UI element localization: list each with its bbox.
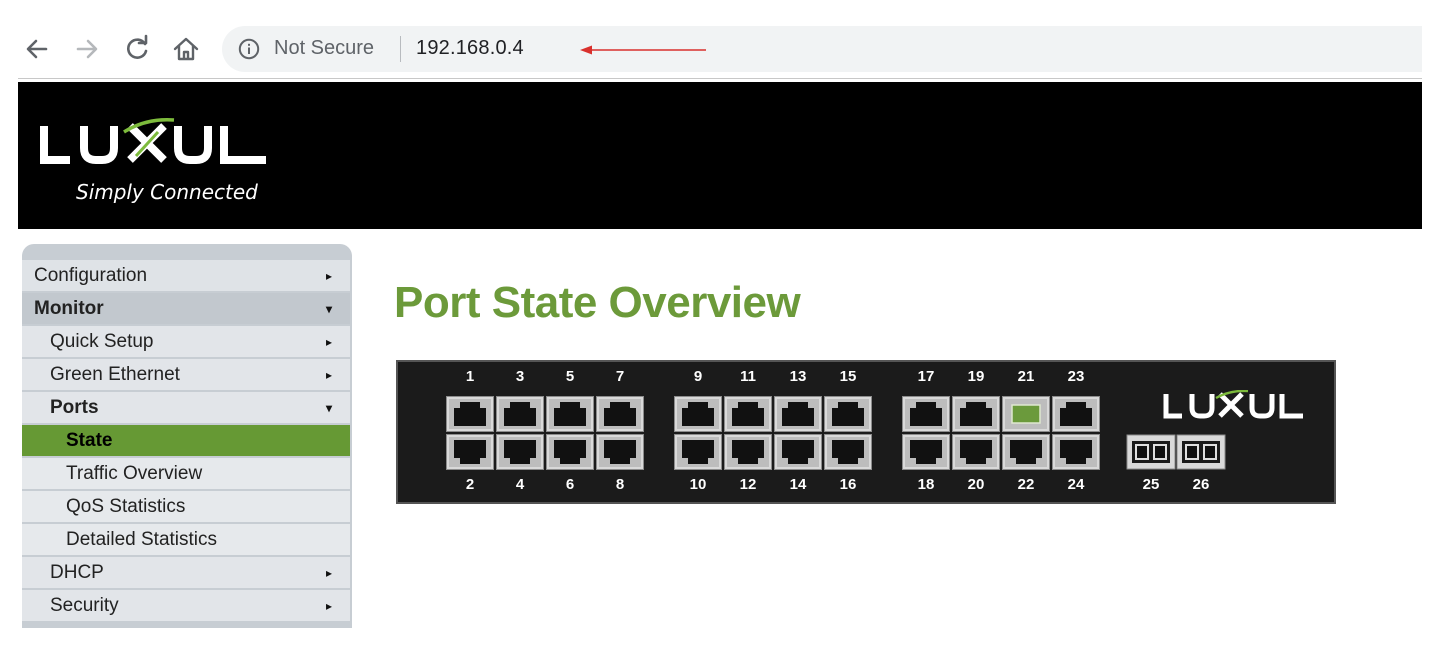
switch-front-panel: 1 3 5 7 9 11 13 15 17 19 21 23 2 4 6 8 1… [396, 360, 1336, 504]
sidebar-item-security[interactable]: Security ▸ [22, 590, 350, 621]
sidebar-item-detailed-statistics[interactable]: Detailed Statistics [22, 524, 350, 555]
back-arrow-icon[interactable] [20, 32, 54, 66]
port-23[interactable] [1052, 396, 1100, 432]
sidebar-item-ports[interactable]: Ports ▾ [22, 392, 350, 423]
app-header: Simply Connected [18, 82, 1422, 229]
chevron-down-icon: ▾ [325, 302, 332, 316]
port-number-label: 22 [1017, 476, 1035, 493]
sfp-port-26[interactable] [1176, 434, 1226, 470]
chevron-right-icon: ▸ [325, 566, 332, 580]
port-21[interactable] [1002, 396, 1050, 432]
port-19[interactable] [952, 396, 1000, 432]
sidebar-item-label: Monitor [34, 298, 104, 319]
annotation-arrow [580, 45, 706, 55]
sidebar-item-monitor[interactable]: Monitor ▾ [22, 293, 350, 324]
port-number-label: 5 [565, 368, 575, 385]
url-text[interactable]: 192.168.0.4 [416, 37, 524, 60]
port-number-label: 11 [740, 368, 756, 385]
port-3[interactable] [496, 396, 544, 432]
sidebar-item-green-ethernet[interactable]: Green Ethernet ▸ [22, 359, 350, 390]
sidebar-item-label: QoS Statistics [66, 496, 186, 517]
port-number-label: 6 [565, 476, 575, 493]
home-icon[interactable] [169, 32, 203, 66]
sfp-port-25[interactable] [1126, 434, 1176, 470]
port-20[interactable] [952, 434, 1000, 470]
port-number-label: 20 [967, 476, 985, 493]
port-number-label: 8 [615, 476, 625, 493]
port-number-label: 21 [1017, 368, 1035, 385]
port-number-label: 9 [693, 368, 703, 385]
sidebar-item-label: State [66, 430, 113, 451]
port-24[interactable] [1052, 434, 1100, 470]
address-bar[interactable]: Not Secure 192.168.0.4 [222, 26, 1422, 72]
chevron-down-icon: ▾ [325, 401, 332, 415]
port-12[interactable] [724, 434, 772, 470]
reload-icon[interactable] [120, 32, 154, 66]
port-number-label: 13 [789, 368, 807, 385]
chevron-right-icon: ▸ [325, 269, 332, 283]
sidebar-menu: Configuration ▸ Monitor ▾ Quick Setup ▸ … [22, 244, 352, 628]
sidebar-item-state[interactable]: State [22, 425, 350, 456]
port-number-label: 12 [739, 476, 757, 493]
port-17[interactable] [902, 396, 950, 432]
port-1[interactable] [446, 396, 494, 432]
port-4[interactable] [496, 434, 544, 470]
port-13[interactable] [774, 396, 822, 432]
page-title: Port State Overview [394, 278, 801, 327]
port-number-label: 24 [1067, 476, 1085, 493]
port-number-label: 26 [1192, 476, 1210, 493]
port-2[interactable] [446, 434, 494, 470]
port-number-label: 3 [515, 368, 525, 385]
security-label[interactable]: Not Secure [274, 37, 374, 60]
port-14[interactable] [774, 434, 822, 470]
port-number-label: 7 [615, 368, 625, 385]
port-7[interactable] [596, 396, 644, 432]
port-5[interactable] [546, 396, 594, 432]
port-number-label: 16 [839, 476, 857, 493]
info-icon[interactable] [238, 38, 260, 60]
sidebar-item-label: Ports [50, 397, 99, 418]
toolbar-divider [18, 78, 1422, 79]
address-divider [400, 36, 401, 62]
port-number-label: 2 [465, 476, 475, 493]
sidebar-item-label: Configuration [34, 265, 148, 286]
port-10[interactable] [674, 434, 722, 470]
chevron-right-icon: ▸ [325, 368, 332, 382]
port-22[interactable] [1002, 434, 1050, 470]
port-number-label: 14 [789, 476, 807, 493]
port-number-label: 10 [689, 476, 707, 493]
port-18[interactable] [902, 434, 950, 470]
port-8[interactable] [596, 434, 644, 470]
sidebar-item-traffic-overview[interactable]: Traffic Overview [22, 458, 350, 489]
sidebar-item-qos-statistics[interactable]: QoS Statistics [22, 491, 350, 522]
port-number-label: 15 [839, 368, 857, 385]
sidebar-item-label: Green Ethernet [50, 364, 180, 385]
port-16[interactable] [824, 434, 872, 470]
forward-arrow-icon[interactable] [70, 32, 104, 66]
port-number-label: 18 [917, 476, 935, 493]
sidebar-item-configuration[interactable]: Configuration ▸ [22, 260, 350, 291]
browser-toolbar: Not Secure 192.168.0.4 [0, 0, 1431, 80]
sidebar-item-label: Traffic Overview [66, 463, 203, 484]
sidebar-item-label: Detailed Statistics [66, 529, 218, 550]
port-number-label: 19 [967, 368, 985, 385]
port-number-label: 4 [515, 476, 525, 493]
header-tagline: Simply Connected [76, 180, 258, 204]
port-9[interactable] [674, 396, 722, 432]
port-number-label: 17 [917, 368, 935, 385]
sidebar-item-label: Security [50, 595, 119, 616]
port-number-label: 25 [1142, 476, 1160, 493]
chevron-right-icon: ▸ [325, 599, 332, 613]
sidebar-item-label: DHCP [50, 562, 104, 583]
port-6[interactable] [546, 434, 594, 470]
sidebar-item-dhcp[interactable]: DHCP ▸ [22, 557, 350, 588]
chevron-right-icon: ▸ [325, 335, 332, 349]
port-15[interactable] [824, 396, 872, 432]
port-number-label: 23 [1067, 368, 1085, 385]
sidebar-item-label: Quick Setup [50, 331, 154, 352]
panel-luxul-logo [1163, 390, 1303, 419]
port-number-label: 1 [465, 368, 475, 385]
sidebar-item-quick-setup[interactable]: Quick Setup ▸ [22, 326, 350, 357]
port-11[interactable] [724, 396, 772, 432]
